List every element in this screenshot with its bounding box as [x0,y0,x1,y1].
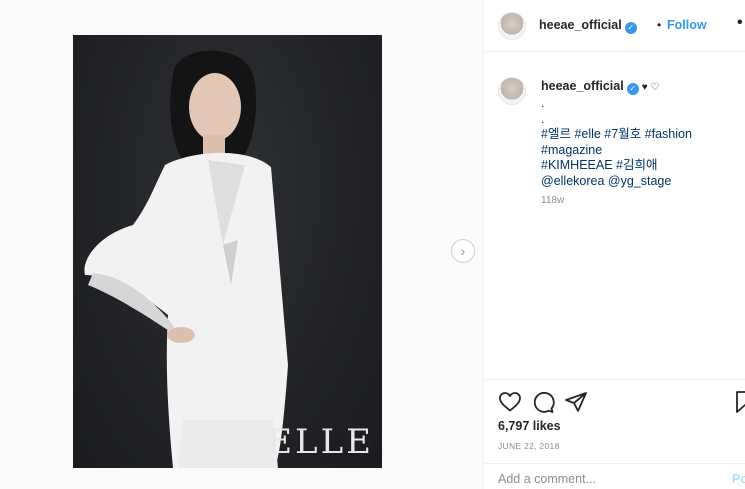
caption-username[interactable]: heeae_official [541,79,624,93]
header-username-text[interactable]: heeae_official [539,18,622,32]
avatar[interactable] [498,12,526,40]
comment-bar: Post [484,463,745,489]
post-photo[interactable]: ELLE [73,35,382,468]
hashtag-line[interactable]: #엘르 #elle #7월호 #fashion [541,127,692,143]
avatar[interactable] [498,77,526,105]
bookmark-icon[interactable] [733,390,745,414]
header-username[interactable]: heeae_official ✓ [539,18,637,34]
comment-input[interactable] [498,472,698,486]
verified-badge-icon: ✓ [624,22,637,34]
portrait-illustration [84,50,288,468]
media-pane: ELLE › [0,0,483,489]
header-separator: • [657,18,662,32]
post-date[interactable]: JUNE 22, 2018 [498,441,560,451]
heart-icon[interactable] [498,390,522,414]
caption-time-ago[interactable]: 118w [541,195,564,206]
more-options-icon[interactable]: • [737,14,743,32]
caption-line: . [541,111,545,126]
caption-hearts: ♥ ♡ [641,82,660,93]
comment-icon[interactable] [531,390,555,414]
chevron-right-icon[interactable]: › [451,239,475,263]
likes-count[interactable]: 6,797 likes [498,419,561,433]
caption-block: heeae_official ✓ ♥ ♡ . . #엘르 #elle #7월호 #f… [484,52,745,379]
verified-badge-icon: ✓ [626,83,639,95]
caption-line: . [541,96,545,110]
action-bar: 6,797 likes JUNE 22, 2018 Post [484,379,745,489]
hashtag-line[interactable]: #KIMHEEAE #김희애 [541,158,692,174]
follow-button[interactable]: Follow [667,18,707,32]
post-header: heeae_official ✓ • Follow • [484,0,745,52]
hashtag-line[interactable]: #magazine [541,143,692,159]
mentions-line[interactable]: @ellekorea @yg_stage [541,174,692,190]
caption-text: . . #엘르 #elle #7월호 #fashion #magazine #K… [541,96,692,189]
post-comment-button[interactable]: Post [732,472,745,486]
caption-username-row: heeae_official ✓ ♥ ♡ [541,79,659,95]
post-side-panel: heeae_official ✓ • Follow • heeae_officia… [483,0,745,489]
elle-watermark: ELLE [267,422,374,462]
share-icon[interactable] [564,390,588,414]
